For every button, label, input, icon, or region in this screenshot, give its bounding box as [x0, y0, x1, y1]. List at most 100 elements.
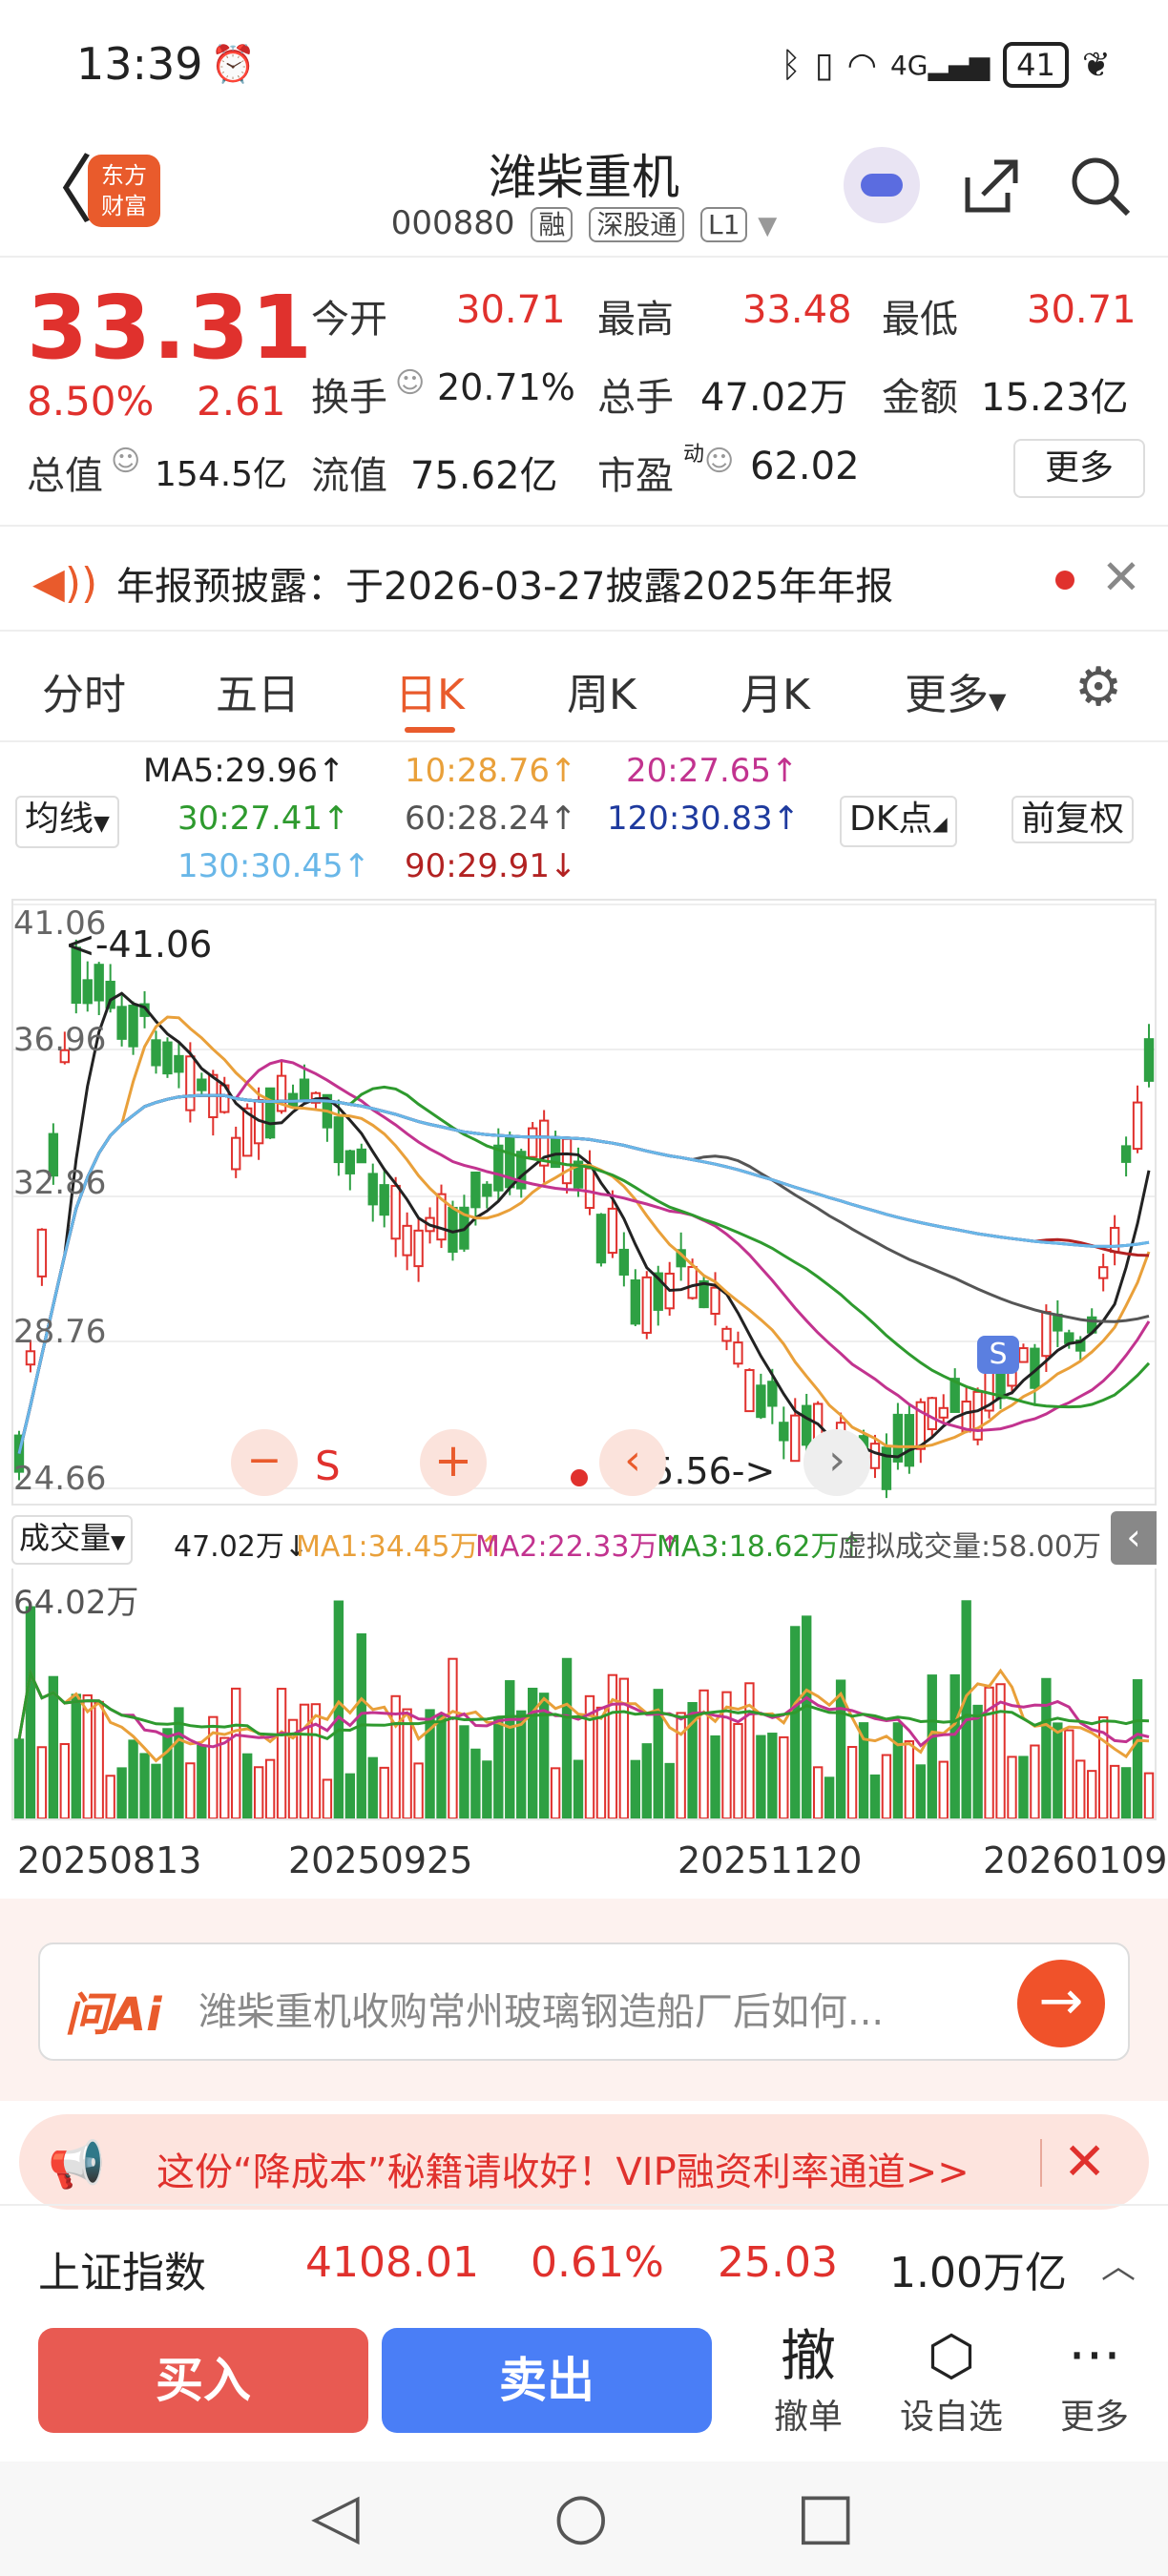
- volume-bar: [664, 1762, 675, 1818]
- nav-home-icon[interactable]: ○: [553, 2479, 609, 2552]
- vol-ma3: MA3:18.62万↑: [657, 1530, 864, 1564]
- volume-bar: [972, 1704, 983, 1818]
- nav-back-icon[interactable]: ◁: [311, 2479, 360, 2552]
- announcement-bar[interactable]: ◀)) 年报预披露：于2026-03-27披露2025年年报 ✕: [0, 525, 1168, 632]
- candle: [231, 1136, 241, 1171]
- more-button[interactable]: ··· 更多: [1032, 2322, 1157, 2439]
- more-quote-button[interactable]: 更多: [1013, 439, 1145, 498]
- volume-bar: [1053, 1722, 1063, 1818]
- adjust-button[interactable]: 前复权: [1012, 796, 1135, 843]
- volume-bar: [1143, 1772, 1155, 1818]
- add-watchlist-button[interactable]: ⬡ 设自选: [889, 2322, 1013, 2439]
- bluetooth-icon: ᛒ: [781, 45, 802, 85]
- last-price: 33.31: [27, 277, 315, 379]
- tab-more[interactable]: 更多▼: [905, 660, 1006, 721]
- candle: [584, 1167, 595, 1210]
- volume-bar: [276, 1688, 287, 1818]
- volume-bar: [448, 1657, 458, 1818]
- candle: [94, 964, 104, 1002]
- chevron-right-icon[interactable]: ›: [803, 1429, 870, 1496]
- index-change: 25.03: [718, 2238, 838, 2287]
- candle: [630, 1279, 641, 1325]
- volume-bar: [710, 1735, 720, 1818]
- tab-monthly-k[interactable]: 月K: [740, 660, 810, 721]
- vol-ma1: MA1:34.45万↑: [296, 1530, 503, 1564]
- zoom-in-button[interactable]: +: [420, 1429, 487, 1496]
- chevron-up-icon[interactable]: ︿: [1101, 2238, 1136, 2288]
- ma10-value: 10:28.76↑: [405, 752, 577, 790]
- nav-recents-icon[interactable]: □: [796, 2479, 855, 2552]
- cancel-label: 撤单: [773, 2398, 843, 2437]
- index-amount: 1.00万亿: [889, 2249, 1067, 2297]
- volume-bar: [94, 1700, 104, 1818]
- volume-chart[interactable]: 64.02万: [11, 1568, 1157, 1820]
- info-icon[interactable]: ☺: [395, 366, 425, 400]
- kline-chart[interactable]: 41.06 36.96 32.86 28.76 24.66 <-41.06 25…: [11, 899, 1157, 1506]
- candle: [710, 1286, 720, 1315]
- tab-intraday[interactable]: 分时: [42, 660, 126, 721]
- sell-button[interactable]: 卖出: [382, 2328, 712, 2433]
- arrow-right-icon[interactable]: →: [1017, 1960, 1105, 2047]
- corner-icon: ◢: [932, 812, 948, 835]
- volume-bar: [904, 1740, 915, 1818]
- close-icon[interactable]: ✕: [1063, 2131, 1106, 2192]
- volume-bar: [938, 1760, 949, 1818]
- tab-five-day[interactable]: 五日: [216, 660, 300, 721]
- info-icon[interactable]: ☺: [111, 445, 140, 478]
- candle: [1132, 1101, 1143, 1151]
- candle: [972, 1390, 983, 1441]
- signal-badge[interactable]: S: [977, 1336, 1019, 1374]
- volume-bar: [699, 1689, 709, 1818]
- buy-button[interactable]: 买入: [38, 2328, 368, 2433]
- announcement-text[interactable]: 年报预披露：于2026-03-27披露2025年年报: [116, 555, 893, 611]
- gear-icon[interactable]: ⚙: [1074, 656, 1122, 718]
- collapse-panel-button[interactable]: ‹: [1111, 1511, 1157, 1565]
- tab-daily-k[interactable]: 日K: [395, 660, 465, 733]
- volume-bar: [1030, 1744, 1040, 1818]
- date-axis: 20250813 20250925 20251120 20260109: [0, 1832, 1168, 1889]
- candle: [197, 1078, 207, 1091]
- ai-question-box[interactable]: 问Ai 潍柴重机收购常州玻璃钢造船厂后如何... →: [38, 1942, 1130, 2061]
- indicator-select[interactable]: 均线▼: [15, 796, 119, 848]
- volume-bar: [790, 1626, 801, 1818]
- volume-bar: [436, 1714, 447, 1818]
- volume-bar: [253, 1766, 264, 1818]
- zoom-out-button[interactable]: −: [231, 1429, 298, 1496]
- info-icon[interactable]: ☺: [704, 445, 734, 478]
- cancel-icon: 撤: [780, 2323, 836, 2388]
- divider: [1040, 2139, 1042, 2187]
- promo-banner[interactable]: 📢 这份“降成本”秘籍请收好！VIP融资利率通道>> ✕: [19, 2114, 1149, 2210]
- candle: [174, 1054, 184, 1073]
- index-ticker[interactable]: 上证指数 4108.01 0.61% 25.03 1.00万亿 ︿: [0, 2204, 1168, 2309]
- volume-legend: 成交量▼ 47.02万↓ MA1:34.45万↑ MA2:22.33万↑ MA3…: [0, 1511, 1168, 1565]
- volume-indicator-select[interactable]: 成交量▼: [11, 1515, 134, 1565]
- ma-legend: MA5:29.96↑ 10:28.76↑ 20:27.65↑ 均线▼ 30:27…: [0, 746, 1168, 889]
- volume-bar: [561, 1657, 573, 1818]
- volume-bar: [13, 1738, 25, 1818]
- sell-marker: S: [315, 1443, 341, 1489]
- close-icon[interactable]: ✕: [1101, 550, 1141, 605]
- share-icon[interactable]: [960, 155, 1023, 232]
- ai-question-text[interactable]: 潍柴重机收购常州玻璃钢造船厂后如何...: [198, 1981, 1019, 2036]
- volume-bar: [482, 1760, 492, 1818]
- candle: [390, 1184, 401, 1240]
- volume-bar: [630, 1759, 641, 1818]
- date-tick: 20260109: [983, 1839, 1168, 1881]
- tab-weekly-k[interactable]: 周K: [567, 660, 636, 721]
- promo-text[interactable]: 这份“降成本”秘籍请收好！VIP融资利率通道>>: [156, 2141, 970, 2196]
- chevron-left-icon[interactable]: ‹: [599, 1429, 666, 1496]
- volume-bar: [949, 1673, 960, 1818]
- change-percent: 8.50%: [27, 378, 155, 425]
- volume-bar: [607, 1673, 618, 1818]
- cancel-order-button[interactable]: 撤 撤单: [746, 2322, 870, 2439]
- trade-bar: 买入 卖出 撤 撤单 ⬡ 设自选 ··· 更多: [0, 2309, 1168, 2462]
- ma130-value: 130:30.45↑: [177, 847, 371, 885]
- volume-bar: [595, 1706, 607, 1818]
- stock-code: 000880: [390, 204, 515, 242]
- vibrate-icon: ▯: [814, 45, 834, 85]
- ai-assistant-icon[interactable]: [844, 147, 920, 223]
- candle: [767, 1381, 778, 1407]
- search-icon[interactable]: [1069, 155, 1132, 232]
- volume-bar: [505, 1680, 515, 1818]
- dk-point-button[interactable]: DK点◢: [840, 796, 957, 847]
